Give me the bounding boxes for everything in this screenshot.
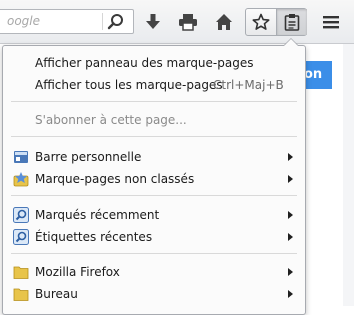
menu-separator (11, 253, 297, 254)
menu-item-bookmarks-toolbar[interactable]: Barre personnelle (3, 146, 305, 168)
download-arrow-icon (146, 14, 160, 29)
menu-item-label: Étiquettes récentes (35, 230, 153, 244)
main-menu-button[interactable] (318, 11, 344, 33)
search-icon[interactable] (106, 12, 126, 32)
bookmarks-panel: Afficher panneau des marque-pages Affich… (2, 45, 306, 315)
panel-arrow-inner (284, 39, 298, 46)
search-input[interactable]: oogle (0, 9, 134, 34)
bookmarks-toolbar-icon (14, 151, 28, 163)
menu-item-unsorted-bookmarks[interactable]: Marque-pages non classés (3, 168, 305, 190)
menu-item-label: Marque-pages non classés (35, 172, 195, 186)
bookmarks-clipboard-icon (284, 14, 300, 31)
star-icon (252, 13, 270, 30)
submenu-arrow-icon (288, 268, 293, 276)
menu-item-show-sidebar[interactable]: Afficher panneau des marque-pages (3, 52, 305, 74)
menu-item-folder-bureau[interactable]: Bureau (3, 283, 305, 305)
menu-item-subscribe: S'abonner à cette page... (3, 109, 305, 131)
menu-item-label: Bureau (35, 287, 78, 301)
submenu-arrow-icon (288, 153, 293, 161)
menu-item-label: Marqués récemment (35, 208, 160, 222)
menu-item-show-all-bookmarks[interactable]: Afficher tous les marque-pages Ctrl+Maj+… (3, 74, 305, 96)
menu-item-label: Afficher panneau des marque-pages (35, 56, 254, 70)
menu-separator (11, 136, 297, 137)
menu-item-recent-tags[interactable]: Étiquettes récentes (3, 226, 305, 248)
submenu-arrow-icon (288, 290, 293, 298)
print-button[interactable] (176, 11, 200, 33)
search-divider (102, 13, 103, 30)
menu-separator (11, 195, 297, 196)
folder-icon (13, 288, 29, 301)
menu-item-label: Mozilla Firefox (35, 265, 120, 279)
page-background (343, 44, 354, 306)
submenu-arrow-icon (288, 233, 293, 241)
unsorted-bookmarks-icon (13, 172, 29, 187)
print-icon (179, 14, 197, 31)
menu-item-recently-bookmarked[interactable]: Marqués récemment (3, 204, 305, 226)
search-placeholder: oogle (7, 14, 41, 28)
menu-item-folder-mozilla-firefox[interactable]: Mozilla Firefox (3, 261, 305, 283)
menu-item-label: S'abonner à cette page... (35, 113, 187, 127)
home-icon (216, 14, 232, 30)
keyboard-shortcut: Ctrl+Maj+B (213, 78, 284, 92)
bookmarks-menu-button[interactable] (276, 9, 307, 35)
recent-search-icon (13, 207, 29, 223)
hamburger-menu-icon (323, 16, 339, 29)
submenu-arrow-icon (288, 211, 293, 219)
menu-item-label: Barre personnelle (35, 150, 142, 164)
navigation-toolbar: oogle (0, 0, 354, 44)
home-button[interactable] (212, 11, 236, 33)
downloads-button[interactable] (141, 11, 165, 33)
bookmark-button-group (245, 8, 307, 36)
submenu-arrow-icon (288, 175, 293, 183)
bookmark-star-button[interactable] (246, 9, 276, 35)
recent-tags-icon (13, 229, 29, 245)
menu-item-label: Afficher tous les marque-pages (35, 78, 223, 92)
menu-separator (11, 101, 297, 102)
folder-icon (13, 266, 29, 279)
